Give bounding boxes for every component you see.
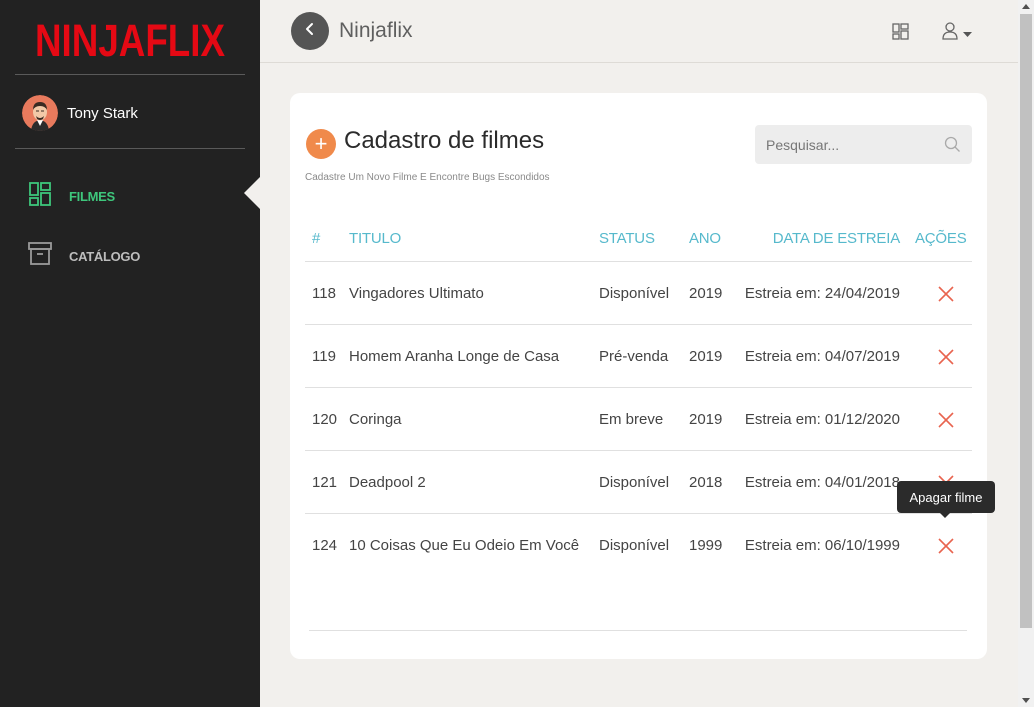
scroll-down-arrow[interactable]	[1022, 698, 1030, 703]
delete-movie-button[interactable]	[937, 285, 955, 303]
movies-card: + Cadastro de filmes Cadastre Um Novo Fi…	[290, 93, 987, 659]
search-input[interactable]	[755, 125, 935, 164]
scroll-up-arrow[interactable]	[1022, 4, 1030, 9]
sidebar-item-catalogo[interactable]: CATÁLOGO	[28, 241, 140, 272]
delete-tooltip: Apagar filme	[897, 481, 995, 518]
cell-ano: 2018	[689, 474, 723, 491]
cell-titulo: Deadpool 2	[349, 474, 426, 491]
close-icon	[938, 286, 954, 302]
cell-id: 121	[312, 474, 338, 491]
cell-titulo: 10 Coisas Que Eu Odeio Em Você	[349, 537, 580, 554]
table-row: 118 Vingadores Ultimato Disponível 2019 …	[305, 262, 972, 325]
back-button[interactable]	[291, 12, 329, 50]
delete-movie-button[interactable]	[937, 411, 955, 429]
scroll-thumb[interactable]	[1020, 14, 1032, 628]
cell-id: 118	[312, 285, 336, 302]
cell-data-estreia: Estreia em: 01/12/2020	[744, 411, 900, 428]
dashboard-icon	[892, 23, 909, 44]
sidebar-divider	[15, 148, 245, 149]
add-movie-button[interactable]: +	[306, 129, 336, 159]
sidebar-item-filmes[interactable]: FILMES	[28, 181, 115, 212]
close-icon	[938, 538, 954, 554]
table-row: 124 10 Coisas Que Eu Odeio Em Você Dispo…	[305, 514, 972, 577]
dashboard-button[interactable]	[892, 23, 909, 45]
user-profile[interactable]: Tony Stark	[22, 95, 138, 131]
header-title: Ninjaflix	[339, 19, 413, 42]
ninjaflix-logo[interactable]: NINJAFLIX	[34, 12, 226, 62]
column-header-acoes: AÇÕES	[915, 230, 967, 247]
cell-status: Disponível	[599, 537, 670, 554]
user-menu-button[interactable]	[942, 22, 972, 45]
cell-status: Em breve	[599, 411, 664, 428]
column-header-data: DATA DE ESTREIA	[772, 230, 901, 247]
column-header-id: #	[312, 230, 321, 247]
cell-id: 120	[312, 411, 338, 428]
delete-movie-button[interactable]	[937, 348, 955, 366]
archive-icon	[28, 241, 52, 272]
sidebar: NINJAFLIX Tony Stark FILMES CATÁLOGO	[0, 0, 260, 707]
table-row: 119 Homem Aranha Longe de Casa Pré-venda…	[305, 325, 972, 388]
avatar	[22, 95, 58, 131]
sidebar-divider	[15, 74, 245, 75]
cell-id: 119	[312, 348, 336, 365]
cell-ano: 2019	[689, 411, 723, 428]
top-header: Ninjaflix	[260, 0, 1018, 63]
sidebar-item-label: CATÁLOGO	[69, 249, 141, 264]
sidebar-item-label: FILMES	[69, 189, 115, 204]
search-box	[755, 125, 972, 164]
cell-data-estreia: Estreia em: 06/10/1999	[744, 537, 900, 554]
close-icon	[938, 349, 954, 365]
cell-data-estreia: Estreia em: 24/04/2019	[744, 285, 900, 302]
cell-status: Disponível	[599, 285, 670, 302]
search-icon[interactable]	[944, 136, 961, 158]
close-icon	[938, 412, 954, 428]
cell-data-estreia: Estreia em: 04/07/2019	[744, 348, 900, 365]
user-icon	[942, 22, 958, 45]
cell-ano: 2019	[689, 348, 723, 365]
cell-titulo: Vingadores Ultimato	[349, 285, 484, 302]
cell-ano: 1999	[689, 537, 723, 554]
cell-id: 124	[312, 537, 338, 554]
logo-text: NINJAFLIX	[35, 15, 225, 62]
user-name: Tony Stark	[67, 104, 138, 122]
delete-movie-button[interactable]	[937, 537, 955, 555]
active-nav-indicator	[244, 177, 260, 209]
page-title: Cadastro de filmes	[344, 127, 545, 154]
caret-down-icon	[963, 25, 972, 43]
column-header-titulo: TITULO	[349, 230, 402, 247]
cell-ano: 2019	[689, 285, 723, 302]
dashboard-icon	[28, 181, 52, 212]
column-header-ano: ANO	[689, 230, 721, 247]
chevron-left-icon	[303, 22, 317, 41]
table-row: 121 Deadpool 2 Disponível 2018 Estreia e…	[305, 451, 972, 514]
cell-data-estreia: Estreia em: 04/01/2018	[744, 474, 900, 491]
page-scrollbar[interactable]	[1018, 0, 1034, 707]
cell-status: Disponível	[599, 474, 670, 491]
cell-titulo: Homem Aranha Longe de Casa	[349, 348, 560, 365]
table-footer-divider	[309, 630, 967, 631]
column-header-status: STATUS	[599, 230, 655, 247]
page-subtitle: Cadastre Um Novo Filme E Encontre Bugs E…	[305, 172, 550, 183]
cell-status: Pré-venda	[599, 348, 669, 365]
table-row: 120 Coringa Em breve 2019 Estreia em: 01…	[305, 388, 972, 451]
cell-titulo: Coringa	[349, 411, 402, 428]
